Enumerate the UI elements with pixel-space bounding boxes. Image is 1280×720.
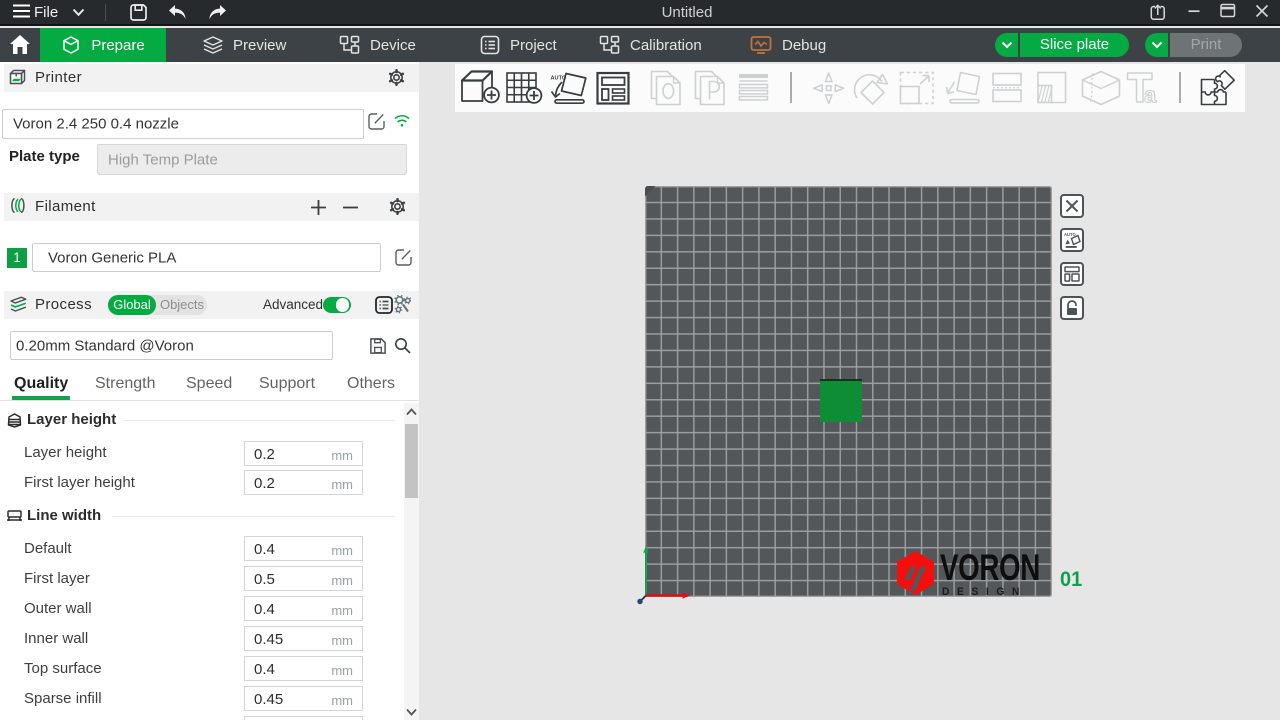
svg-text:a: a [1144, 83, 1157, 105]
svg-text:AUTO: AUTO [1064, 232, 1077, 237]
